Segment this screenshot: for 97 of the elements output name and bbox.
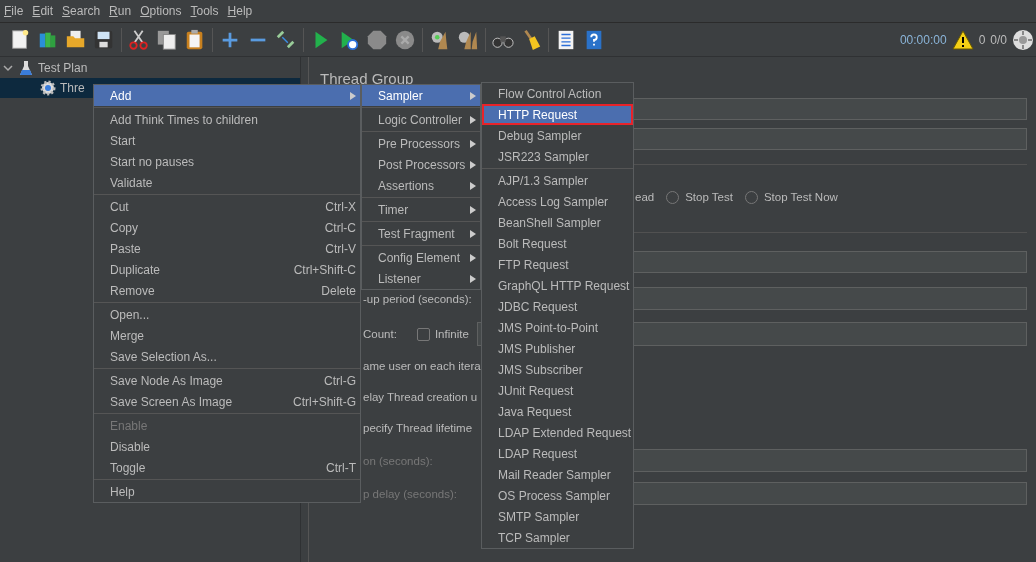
menu-item[interactable]: Logic Controller — [362, 109, 480, 130]
menu-item[interactable]: Disable — [94, 436, 360, 457]
menu-item[interactable]: Timer — [362, 199, 480, 220]
menu-item[interactable]: JMS Publisher — [482, 338, 633, 359]
field-label: -up period (seconds): — [363, 292, 473, 305]
menu-item[interactable]: Validate — [94, 172, 360, 193]
menu-item[interactable]: BeanShell Sampler — [482, 212, 633, 233]
menu-item[interactable]: JDBC Request — [482, 296, 633, 317]
menu-item[interactable]: Search — [58, 1, 106, 21]
submenu-arrow-icon — [470, 160, 476, 169]
menu-item[interactable]: JMS Subscriber — [482, 359, 633, 380]
submenu-arrow-icon — [470, 274, 476, 283]
submenu-arrow-icon — [470, 91, 476, 100]
menu-item[interactable]: File — [0, 1, 29, 21]
menu-item[interactable]: Open... — [94, 304, 360, 325]
menu-item[interactable]: LDAP Extended Request — [482, 422, 633, 443]
warning-count: 0 — [978, 32, 986, 47]
menu-item[interactable]: AJP/1.3 Sampler — [482, 170, 633, 191]
menu-item[interactable]: JMS Point-to-Point — [482, 317, 633, 338]
submenu-arrow-icon — [470, 115, 476, 124]
flask-icon — [18, 60, 34, 76]
menu-item[interactable]: GraphQL HTTP Request — [482, 275, 633, 296]
thread-count: 0/0 — [990, 32, 1007, 47]
menu-item[interactable]: Pre Processors — [362, 133, 480, 154]
menu-item[interactable]: Remove Delete — [94, 280, 360, 301]
pens-arrow-icon[interactable] — [275, 28, 297, 51]
field-label: Count: — [363, 328, 397, 340]
menu-item[interactable]: Test Fragment — [362, 223, 480, 244]
menu-item[interactable]: Help — [223, 1, 258, 21]
menu-item[interactable]: Post Processors — [362, 154, 480, 175]
copy-icon[interactable] — [156, 28, 178, 51]
menu-item[interactable]: Config Element — [362, 247, 480, 268]
elapsed-time: 00:00:00 — [899, 32, 947, 47]
submenu-arrow-icon — [470, 205, 476, 214]
menu-item[interactable]: Run — [105, 1, 137, 21]
radio-button[interactable] — [744, 190, 758, 204]
menu-item[interactable]: Add Think Times to children — [94, 109, 360, 130]
field-label: on (seconds): — [363, 454, 434, 467]
menu-item[interactable]: Copy Ctrl-C — [94, 217, 360, 238]
radio-label: ead — [635, 191, 655, 203]
radio-label: Stop Test — [685, 191, 733, 203]
remote-icon[interactable] — [1012, 28, 1034, 51]
menu-item[interactable]: Java Request — [482, 401, 633, 422]
menu-item[interactable]: Listener — [362, 268, 480, 289]
submenu-arrow-icon — [470, 229, 476, 238]
checkbox-label: Infinite — [434, 328, 469, 340]
option-label: pecify Thread lifetime — [363, 422, 473, 434]
menu-item[interactable]: Toggle Ctrl-T — [94, 457, 360, 478]
option-label: ame user on each itera — [363, 360, 481, 372]
radio-label: Stop Test Now — [763, 191, 838, 203]
tree-item[interactable]: Test Plan — [38, 61, 88, 75]
submenu-arrow-icon — [470, 253, 476, 262]
menu-item[interactable]: Cut Ctrl-X — [94, 196, 360, 217]
menu-item[interactable]: Edit — [28, 1, 59, 21]
scissors-icon[interactable] — [128, 28, 150, 51]
radio-button[interactable] — [666, 190, 680, 204]
menu-item[interactable]: Save Selection As... — [94, 346, 360, 367]
menu-item[interactable]: Help — [94, 481, 360, 502]
menu-item[interactable]: Paste Ctrl-V — [94, 238, 360, 259]
option-label: elay Thread creation u — [363, 391, 478, 403]
menu-item[interactable]: JUnit Request — [482, 380, 633, 401]
menu-item[interactable]: Options — [136, 1, 187, 21]
submenu-arrow-icon — [350, 91, 356, 100]
menu-item[interactable]: Debug Sampler — [482, 125, 633, 146]
menu-item[interactable]: Save Node As Image Ctrl-G — [94, 370, 360, 391]
field-label: p delay (seconds): — [363, 487, 458, 500]
new-file-icon[interactable] — [9, 28, 31, 51]
tree-item[interactable]: Thre — [60, 81, 85, 95]
menu-item[interactable]: Merge — [94, 325, 360, 346]
gear-icon — [40, 80, 56, 96]
warning-icon[interactable] — [951, 29, 974, 50]
menu-item[interactable]: LDAP Request — [482, 443, 633, 464]
menu-item[interactable]: HTTP Request — [482, 104, 633, 125]
save-icon[interactable] — [93, 28, 115, 51]
chevron-icon[interactable] — [2, 62, 14, 74]
checkbox[interactable] — [416, 327, 430, 341]
menu-item[interactable]: OS Process Sampler — [482, 485, 633, 506]
menu-item[interactable]: Mail Reader Sampler — [482, 464, 633, 485]
menu-item[interactable]: Sampler — [362, 85, 480, 106]
close-circle-icon[interactable] — [394, 28, 416, 51]
menu-item[interactable]: TCP Sampler — [482, 527, 633, 548]
menu-item[interactable]: Flow Control Action — [482, 83, 633, 104]
menu-item[interactable]: Start — [94, 130, 360, 151]
menu-item[interactable]: Duplicate Ctrl+Shift-C — [94, 259, 360, 280]
menu-item[interactable]: FTP Request — [482, 254, 633, 275]
menu-item[interactable]: Add — [94, 85, 360, 106]
menu-item[interactable]: Assertions — [362, 175, 480, 196]
submenu-arrow-icon — [470, 139, 476, 148]
menu-item[interactable]: Bolt Request — [482, 233, 633, 254]
menu-item[interactable]: JSR223 Sampler — [482, 146, 633, 167]
menu-item[interactable]: Access Log Sampler — [482, 191, 633, 212]
stop-icon[interactable] — [366, 28, 388, 51]
menu-item[interactable]: Start no pauses — [94, 151, 360, 172]
menu-item[interactable]: Tools — [186, 1, 224, 21]
submenu-arrow-icon — [470, 181, 476, 190]
menu-item[interactable]: SMTP Sampler — [482, 506, 633, 527]
menu-item[interactable]: Save Screen As Image Ctrl+Shift-G — [94, 391, 360, 412]
